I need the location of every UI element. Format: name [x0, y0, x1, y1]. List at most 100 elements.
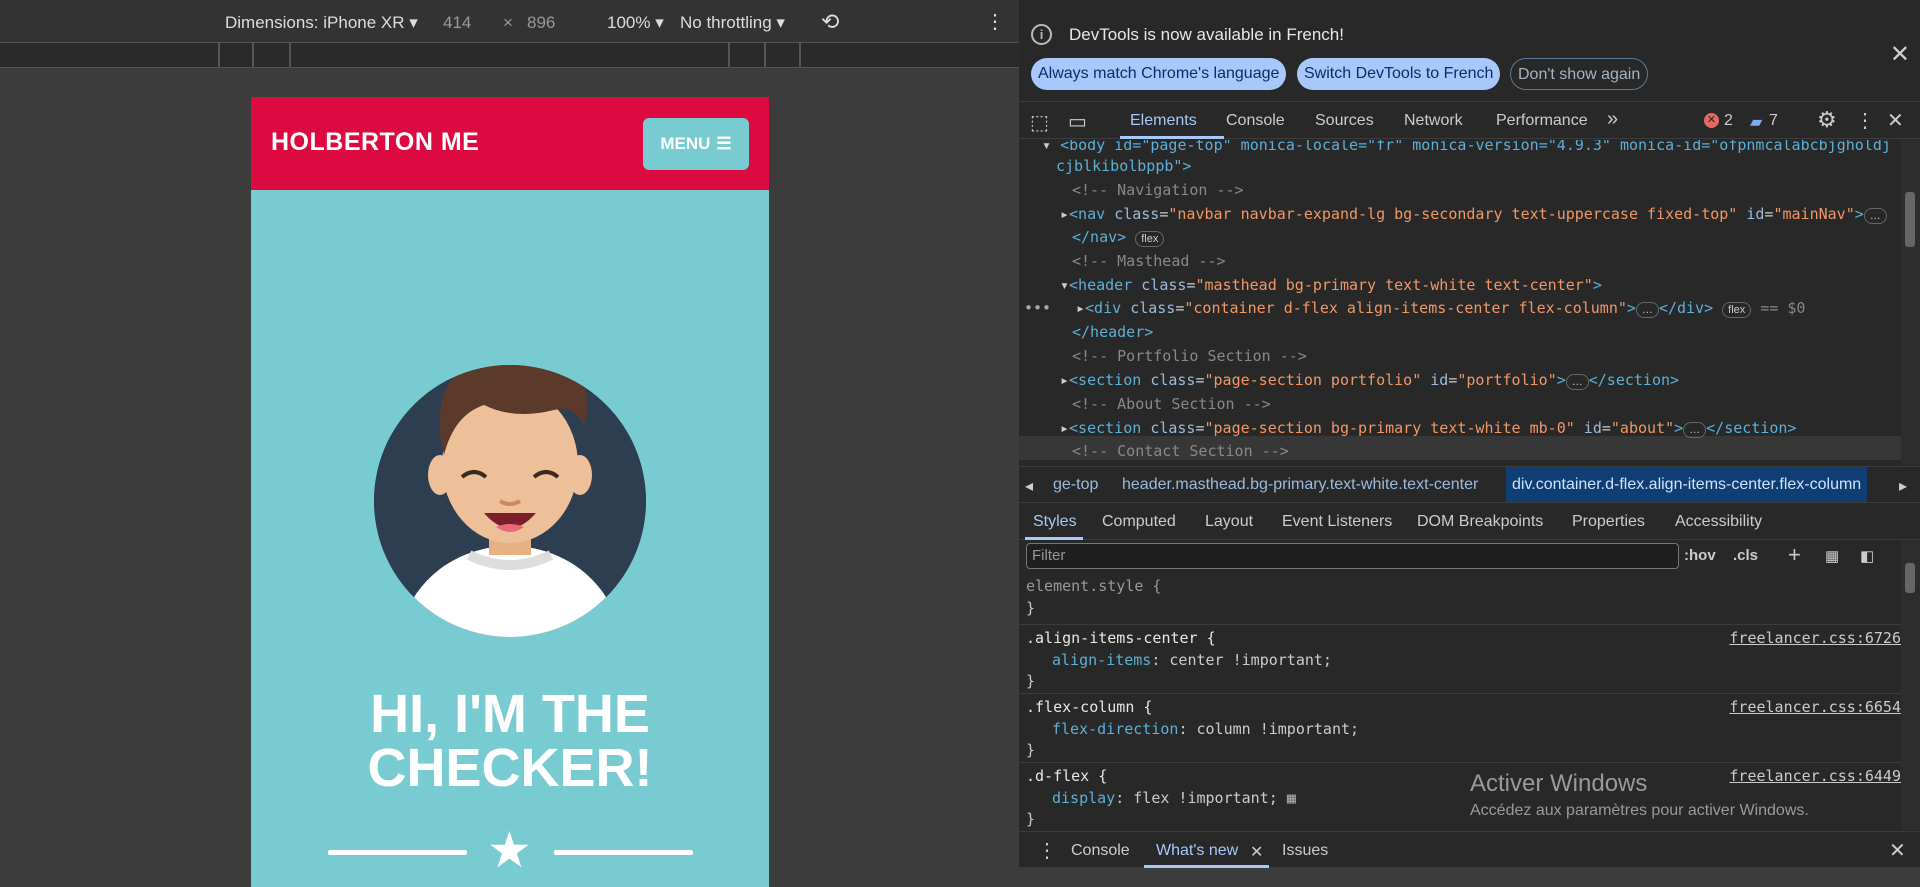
drawer-tab-whats-new[interactable]: What's new	[1156, 842, 1238, 860]
tab-dom-breakpoints[interactable]: DOM Breakpoints	[1417, 513, 1543, 531]
close-drawer-icon[interactable]: ✕	[1889, 838, 1906, 863]
styles-scrollbar[interactable]	[1901, 541, 1920, 830]
main-tab-bar: ⬚ ▭ Elements Console Sources Network Per…	[1019, 103, 1920, 139]
sidebar-toggle-icon[interactable]: ◧	[1860, 547, 1874, 565]
paint-icon[interactable]: ▦	[1825, 547, 1839, 565]
tab-computed[interactable]: Computed	[1102, 513, 1176, 531]
tab-layout[interactable]: Layout	[1205, 513, 1253, 531]
drawer-menu-icon[interactable]: ⋮	[1037, 838, 1057, 863]
styles-toolbar: Filter :hov .cls + ▦ ◧	[1019, 541, 1901, 573]
expand-arrow-icon[interactable]: ▸	[1060, 419, 1069, 437]
close-icon[interactable]: ✕	[1890, 40, 1910, 69]
gear-icon[interactable]: ⚙	[1817, 107, 1837, 133]
property-name[interactable]: align-items	[1052, 651, 1151, 669]
breadcrumb-scroll-right-icon[interactable]: ▸	[1899, 476, 1907, 496]
drawer-tab-issues[interactable]: Issues	[1282, 842, 1328, 860]
tab-properties[interactable]: Properties	[1572, 513, 1645, 531]
dom-scrollbar[interactable]	[1901, 140, 1920, 465]
tab-accessibility[interactable]: Accessibility	[1675, 513, 1762, 531]
inspect-element-icon[interactable]: ⬚	[1030, 110, 1049, 135]
more-options-icon[interactable]: ⋮	[1855, 108, 1875, 133]
ellipsis-icon[interactable]: …	[1565, 374, 1589, 390]
body-tag-line[interactable]: <body id="page-top" monica-locale="fr" m…	[1060, 140, 1891, 154]
width-input[interactable]: 414	[443, 13, 471, 33]
attr-name: class	[1150, 419, 1196, 437]
flex-badge[interactable]: flex	[1722, 302, 1752, 318]
ellipsis-icon[interactable]: …	[1683, 422, 1707, 438]
device-label: Dimensions: iPhone XR	[225, 13, 405, 32]
switch-language-button[interactable]: Switch DevTools to French	[1297, 58, 1501, 90]
collapse-arrow-icon[interactable]: ▾	[1042, 140, 1051, 154]
rotate-icon[interactable]: ⟲	[821, 9, 839, 35]
device-toggle-icon[interactable]: ▭	[1068, 109, 1087, 134]
property-value[interactable]: : flex !important;	[1115, 789, 1278, 807]
more-options-icon[interactable]: ⋮	[985, 9, 1005, 34]
rule-source-link[interactable]: freelancer.css:6726	[1729, 629, 1901, 647]
div-node[interactable]: ▸<div class="container d-flex align-item…	[1076, 299, 1805, 318]
zoom-select[interactable]: 100% ▾	[607, 13, 664, 33]
breadcrumb-scroll-left-icon[interactable]: ◂	[1025, 476, 1033, 496]
menu-button[interactable]: MENU ☰	[643, 118, 749, 170]
portfolio-node[interactable]: ▸<section class="page-section portfolio"…	[1060, 371, 1679, 390]
close-devtools-icon[interactable]: ✕	[1887, 108, 1904, 133]
about-node[interactable]: ▸<section class="page-section bg-primary…	[1060, 419, 1796, 438]
height-input[interactable]: 896	[527, 13, 555, 33]
media-query-ruler	[0, 42, 1019, 68]
tag-end: >	[1592, 276, 1602, 294]
attr-name: id	[1583, 419, 1602, 437]
rule-source-link[interactable]: freelancer.css:6654	[1729, 698, 1901, 716]
tab-performance[interactable]: Performance	[1496, 112, 1588, 130]
drawer-tab-console[interactable]: Console	[1071, 842, 1130, 860]
property-value[interactable]: : column !important;	[1178, 720, 1359, 738]
header-node[interactable]: ▾<header class="masthead bg-primary text…	[1060, 276, 1602, 294]
watermark-title: Activer Windows	[1470, 770, 1648, 797]
flex-badge[interactable]: flex	[1135, 231, 1165, 247]
ellipsis-icon[interactable]: …	[1635, 302, 1659, 318]
throttling-select[interactable]: No throttling ▾	[680, 13, 785, 33]
breadcrumb-item[interactable]: ge-top	[1053, 476, 1098, 494]
tag-end: >	[1854, 205, 1864, 223]
expand-arrow-icon[interactable]: ▸	[1076, 299, 1085, 317]
ellipsis-icon[interactable]: …	[1863, 208, 1887, 224]
expand-arrow-icon[interactable]: ▸	[1060, 371, 1069, 389]
device-select[interactable]: Dimensions: iPhone XR ▾	[225, 13, 418, 33]
tab-sources[interactable]: Sources	[1315, 112, 1374, 130]
more-tabs-icon[interactable]: »	[1607, 108, 1618, 131]
flex-editor-icon[interactable]: ▦	[1287, 789, 1296, 807]
avatar	[374, 365, 646, 637]
filter-input[interactable]: Filter	[1026, 543, 1679, 569]
tab-network[interactable]: Network	[1404, 112, 1463, 130]
collapse-arrow-icon[interactable]: ▾	[1060, 276, 1069, 294]
message-count[interactable]: 7	[1769, 112, 1778, 130]
nav-tag: <nav	[1069, 205, 1106, 223]
close-tab-icon[interactable]: ✕	[1250, 842, 1263, 862]
breadcrumb-item[interactable]: header.masthead.bg-primary.text-white.te…	[1122, 476, 1478, 494]
rule-selector[interactable]: .align-items-center {	[1026, 629, 1216, 647]
add-rule-icon[interactable]: +	[1788, 542, 1801, 568]
breadcrumb-item-selected[interactable]: div.container.d-flex.align-items-center.…	[1506, 467, 1868, 502]
dont-show-again-button[interactable]: Don't show again	[1510, 58, 1649, 90]
attr-name: id	[1430, 371, 1449, 389]
hov-toggle[interactable]: :hov	[1684, 547, 1716, 564]
property-name[interactable]: flex-direction	[1052, 720, 1178, 738]
tab-styles[interactable]: Styles	[1033, 513, 1077, 531]
property-name[interactable]: display	[1052, 789, 1115, 807]
rule-selector[interactable]: .flex-column {	[1026, 698, 1152, 716]
attr-value: "container d-flex align-items-center fle…	[1184, 299, 1627, 317]
brand-link[interactable]: HOLBERTON ME	[271, 128, 479, 157]
comment-contact: <!-- Contact Section -->	[1072, 442, 1289, 460]
cls-toggle[interactable]: .cls	[1733, 547, 1758, 564]
match-language-button[interactable]: Always match Chrome's language	[1031, 58, 1287, 90]
hamburger-icon: ☰	[716, 134, 732, 153]
expand-arrow-icon[interactable]: ▸	[1060, 205, 1069, 223]
error-count[interactable]: 2	[1724, 112, 1733, 130]
nav-node[interactable]: ▸<nav class="navbar navbar-expand-lg bg-…	[1060, 205, 1887, 224]
row-ellipsis-icon[interactable]: •••	[1024, 299, 1051, 317]
element-style-selector[interactable]: element.style {	[1026, 577, 1161, 595]
tab-event-listeners[interactable]: Event Listeners	[1282, 513, 1392, 531]
property-value[interactable]: : center !important;	[1151, 651, 1332, 669]
tab-elements[interactable]: Elements	[1130, 112, 1197, 130]
zoom-label: 100%	[607, 13, 651, 32]
rule-selector[interactable]: .d-flex {	[1026, 767, 1107, 785]
tab-console[interactable]: Console	[1226, 112, 1285, 130]
